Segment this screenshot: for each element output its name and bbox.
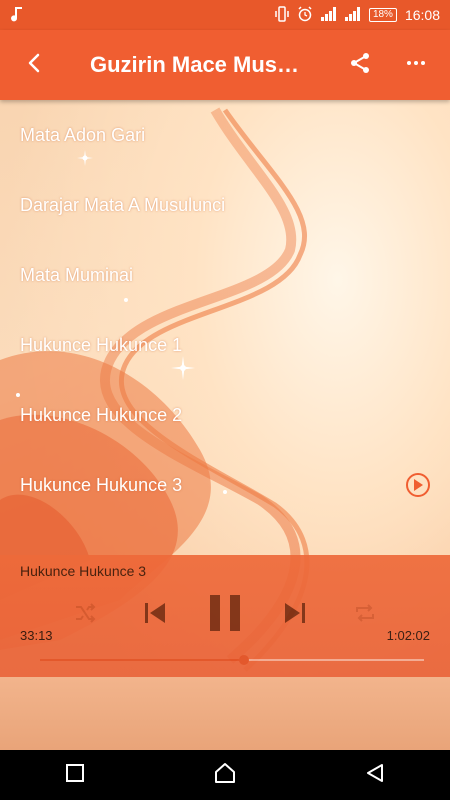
track-list: Mata Adon Gari Darajar Mata A Musulunci … (0, 100, 450, 520)
music-note-icon (10, 6, 24, 25)
track-title: Hukunce Hukunce 3 (20, 474, 183, 495)
next-button[interactable] (260, 593, 330, 637)
list-item[interactable]: Darajar Mata A Musulunci (0, 170, 450, 240)
skip-previous-icon (142, 600, 168, 631)
track-title: Hukunce Hukunce 1 (20, 334, 183, 355)
list-item[interactable]: Hukunce Hukunce 2 (0, 380, 450, 450)
shuffle-icon (73, 601, 97, 630)
list-item[interactable]: Mata Adon Gari (0, 100, 450, 170)
list-item-playing[interactable]: Hukunce Hukunce 3 (0, 450, 450, 520)
track-title: Hukunce Hukunce 2 (20, 404, 183, 425)
navigation-bar (0, 750, 450, 800)
signal-icon (320, 6, 337, 24)
more-vertical-icon (404, 51, 428, 80)
seek-bar-thumb[interactable] (238, 655, 249, 665)
page-title: Guzirin Mace Mus… (90, 52, 300, 77)
total-duration: 1:02:02 (386, 628, 430, 643)
seek-bar[interactable] (40, 655, 424, 665)
share-icon (348, 51, 372, 80)
now-playing-title: Hukunce Hukunce 3 (20, 563, 147, 579)
clock: 16:08 (404, 7, 440, 23)
battery-indicator: 18% (368, 8, 397, 22)
player-controls (0, 593, 450, 637)
recents-button[interactable] (45, 750, 105, 800)
app-bar: Guzirin Mace Mus… (0, 30, 450, 100)
triangle-back-icon (364, 762, 386, 789)
track-title: Mata Muminai (20, 264, 134, 285)
signal-icon-2 (344, 6, 361, 24)
seek-bar-progress (40, 659, 244, 661)
skip-next-icon (282, 600, 308, 631)
list-item[interactable]: Hukunce Hukunce 1 (0, 310, 450, 380)
home-icon (213, 762, 237, 789)
pause-icon (208, 594, 242, 637)
player-panel: Hukunce Hukunce 3 33:13 1:02:02 (0, 555, 450, 677)
shuffle-button[interactable] (50, 593, 120, 637)
repeat-icon (353, 601, 377, 630)
track-title: Mata Adon Gari (20, 124, 146, 145)
elapsed-time: 33:13 (20, 628, 53, 643)
more-options-button[interactable] (388, 30, 444, 100)
play-circle-icon[interactable] (406, 473, 430, 497)
pause-button[interactable] (190, 593, 260, 637)
status-bar: 18% 16:08 (0, 0, 450, 30)
back-button[interactable] (0, 30, 70, 100)
home-button[interactable] (195, 750, 255, 800)
alarm-icon (297, 5, 313, 25)
background-strip (0, 677, 450, 750)
list-item[interactable]: Mata Muminai (0, 240, 450, 310)
previous-button[interactable] (120, 593, 190, 637)
arrow-left-icon (24, 52, 46, 79)
share-button[interactable] (332, 30, 388, 100)
track-title: Darajar Mata A Musulunci (20, 194, 226, 215)
back-nav-button[interactable] (345, 750, 405, 800)
square-icon (65, 763, 85, 788)
vibrate-icon (275, 5, 289, 25)
